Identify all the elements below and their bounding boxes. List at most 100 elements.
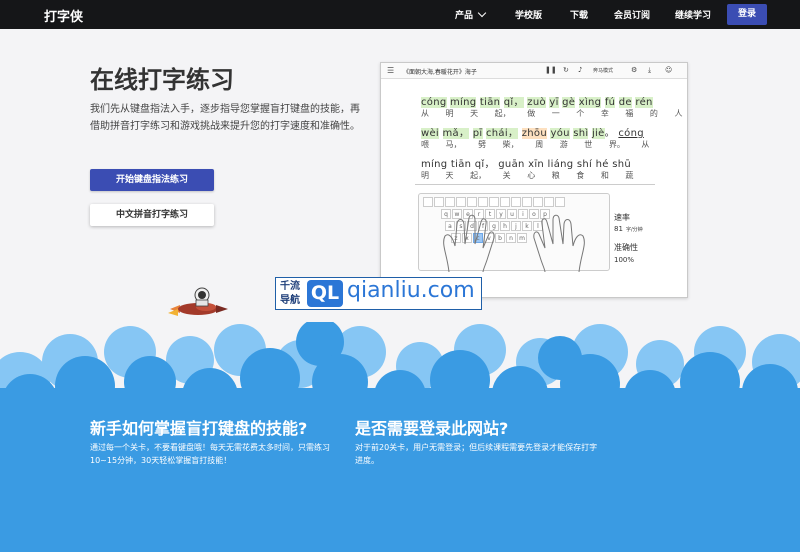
start-fingering-button[interactable]: 开始键盘指法练习 <box>90 169 214 191</box>
speed-label: 速率 <box>614 213 630 222</box>
hanzi-2-3: 劈 <box>478 140 487 149</box>
pinyin-3-1: tiān <box>450 159 472 170</box>
pinyin-2-1: mǎ <box>442 128 459 139</box>
mode-toggle[interactable]: 奔马模式 <box>593 67 613 74</box>
faq-section <box>0 388 800 552</box>
site-logo[interactable]: 打字侠 <box>44 6 83 25</box>
hands-outline-illustration <box>443 214 585 272</box>
hanzi-2-6: 周 <box>535 140 544 149</box>
hanzi-1-9: 福 <box>625 109 634 118</box>
hanzi-3-5: 心 <box>527 171 536 180</box>
gear-icon[interactable]: ⚙ <box>631 66 637 74</box>
hanzi-1-6: 一 <box>551 109 560 118</box>
hanzi-2-9: 界 <box>608 140 617 149</box>
pinyin-1-9: fú <box>604 97 616 108</box>
hanzi-1-7: 个 <box>576 109 585 118</box>
hanzi-1-3: 起 <box>494 109 503 118</box>
hanzi-3-9: 蔬 <box>625 171 634 180</box>
pinyin-3-0: míng <box>421 159 448 170</box>
menu-icon[interactable]: ☰ <box>387 66 394 75</box>
nav-download[interactable]: 下载 <box>570 8 588 21</box>
virtual-keyboard: qwertyuiop asdfghjkl zxcvbnm <box>418 193 610 272</box>
pinyin-1-2: tiān <box>479 97 501 108</box>
hanzi-3-8: 和 <box>600 171 609 180</box>
watermark-domain: qianliu.com <box>347 278 475 303</box>
login-button[interactable]: 登录 <box>727 4 767 25</box>
faq-title-2: 是否需要登录此网站? <box>355 419 509 438</box>
rocket-astronaut-illustration <box>168 287 228 316</box>
nav-continue-learning[interactable]: 继续学习 <box>675 8 711 21</box>
pinyin-1-0: cóng <box>421 97 447 108</box>
pinyin-typing-button[interactable]: 中文拼音打字练习 <box>90 204 214 226</box>
watermark-cn-text: 千流 导航 <box>280 280 300 308</box>
hanzi-1-11: 人 <box>674 109 683 118</box>
accuracy-value: 100% <box>614 256 635 264</box>
hanzi-3-2: 起 <box>470 171 479 180</box>
pinyin-1-8: xìng <box>578 97 602 108</box>
pinyin-3-6: liáng <box>547 159 574 170</box>
speed-unit: 字/分钟 <box>626 227 643 233</box>
restart-icon[interactable]: ↻ <box>563 66 569 74</box>
hanzi-3-3: ， <box>478 171 487 180</box>
hanzi-2-7: 游 <box>559 140 568 149</box>
hanzi-2-0: 喂 <box>421 140 429 149</box>
pinyin-2-9: jiè <box>591 128 605 139</box>
hanzi-3-6: 粮 <box>551 171 560 180</box>
hanzi-2-4: 柴 <box>502 140 511 149</box>
pinyin-line-1: cóng míng tiān qǐ， zuò yī gè xìng fú de … <box>421 93 653 108</box>
hero-description: 我们先从键盘指法入手，逐步指导您掌握盲打键盘的技能，再借助拼音打字练习和游戏挑战… <box>90 104 360 132</box>
pinyin-2-11: cóng <box>618 128 644 139</box>
top-navbar: 打字侠 产品 学校版 下载 会员订阅 继续学习 登录 <box>0 0 800 29</box>
preview-doc-title: 《面朝大海,春暖花开》海子 <box>403 69 477 76</box>
preview-toolbar: ☰ 《面朝大海,春暖花开》海子 ❚❚ ↻ ♪ 奔马模式 ⚙ ⤓ ☺ <box>381 63 687 79</box>
pinyin-3-5: xīn <box>528 159 545 170</box>
nav-products-label: 产品 <box>455 11 474 21</box>
faq-title-1: 新手如何掌握盲打键盘的技能? <box>90 419 308 438</box>
pinyin-2-6: zhōu <box>521 128 547 139</box>
pinyin-2-8: shì <box>573 128 589 139</box>
pinyin-1-1: míng <box>450 97 477 108</box>
pinyin-3-9: shū <box>612 159 631 170</box>
pinyin-3-4: guān <box>498 159 525 170</box>
hanzi-3-7: 食 <box>576 171 585 180</box>
watermark-ql-logo: QL <box>307 280 343 307</box>
download-icon[interactable]: ⤓ <box>648 66 651 75</box>
pinyin-3-8: hé <box>595 159 609 170</box>
pinyin-2-3: pī <box>472 128 483 139</box>
theme-icon[interactable]: ☺ <box>665 66 672 74</box>
sound-icon[interactable]: ♪ <box>578 66 582 74</box>
nav-school[interactable]: 学校版 <box>515 8 542 21</box>
pinyin-2-10: 。 <box>604 128 615 139</box>
pinyin-2-5: ， <box>507 128 519 139</box>
pinyin-1-7: gè <box>562 97 576 108</box>
watermark-badge: 千流 导航 QL qianliu.com <box>275 277 482 310</box>
hanzi-2-1: 马 <box>445 140 454 149</box>
hanzi-line-3: 明 天 起， 关 心 粮 食 和 蔬 <box>421 170 633 181</box>
faq-text-1: 通过每一个关卡，不要看键盘哦！每天无需花费太多时间，只需练习10~15分钟，30… <box>90 443 330 465</box>
pinyin-3-3: ， <box>484 159 495 170</box>
pinyin-2-4: chái <box>486 128 508 139</box>
number-row <box>423 197 566 209</box>
accuracy-label: 准确性 <box>614 243 638 252</box>
speed-value: 81 <box>614 225 623 233</box>
faq-text-2: 对于前20关卡，用户无需登录；但后续课程需要先登录才能保存打字进度。 <box>355 443 598 465</box>
hanzi-1-2: 天 <box>470 109 479 118</box>
pinyin-1-11: rén <box>635 97 653 108</box>
nav-subscription[interactable]: 会员订阅 <box>614 8 650 21</box>
watermark-cn-line-2: 导航 <box>280 295 300 306</box>
pinyin-2-7: yóu <box>550 128 570 139</box>
text-divider <box>415 184 655 185</box>
pinyin-2-2: ， <box>458 128 470 139</box>
hanzi-2-10: 。 <box>616 140 625 149</box>
pinyin-1-4: ， <box>513 97 524 108</box>
pinyin-1-6: yī <box>549 97 559 108</box>
hanzi-1-0: 从 <box>421 109 429 118</box>
hanzi-line-2: 喂 马， 劈 柴， 周 游 世 界。 从 <box>421 139 649 150</box>
pause-icon[interactable]: ❚❚ <box>545 66 557 74</box>
hanzi-1-1: 明 <box>445 109 454 118</box>
nav-products[interactable]: 产品 <box>455 8 487 21</box>
hanzi-3-0: 明 <box>421 171 429 180</box>
page-title: 在线打字练习 <box>90 66 234 94</box>
hanzi-3-4: 关 <box>502 171 511 180</box>
hanzi-1-8: 幸 <box>600 109 609 118</box>
